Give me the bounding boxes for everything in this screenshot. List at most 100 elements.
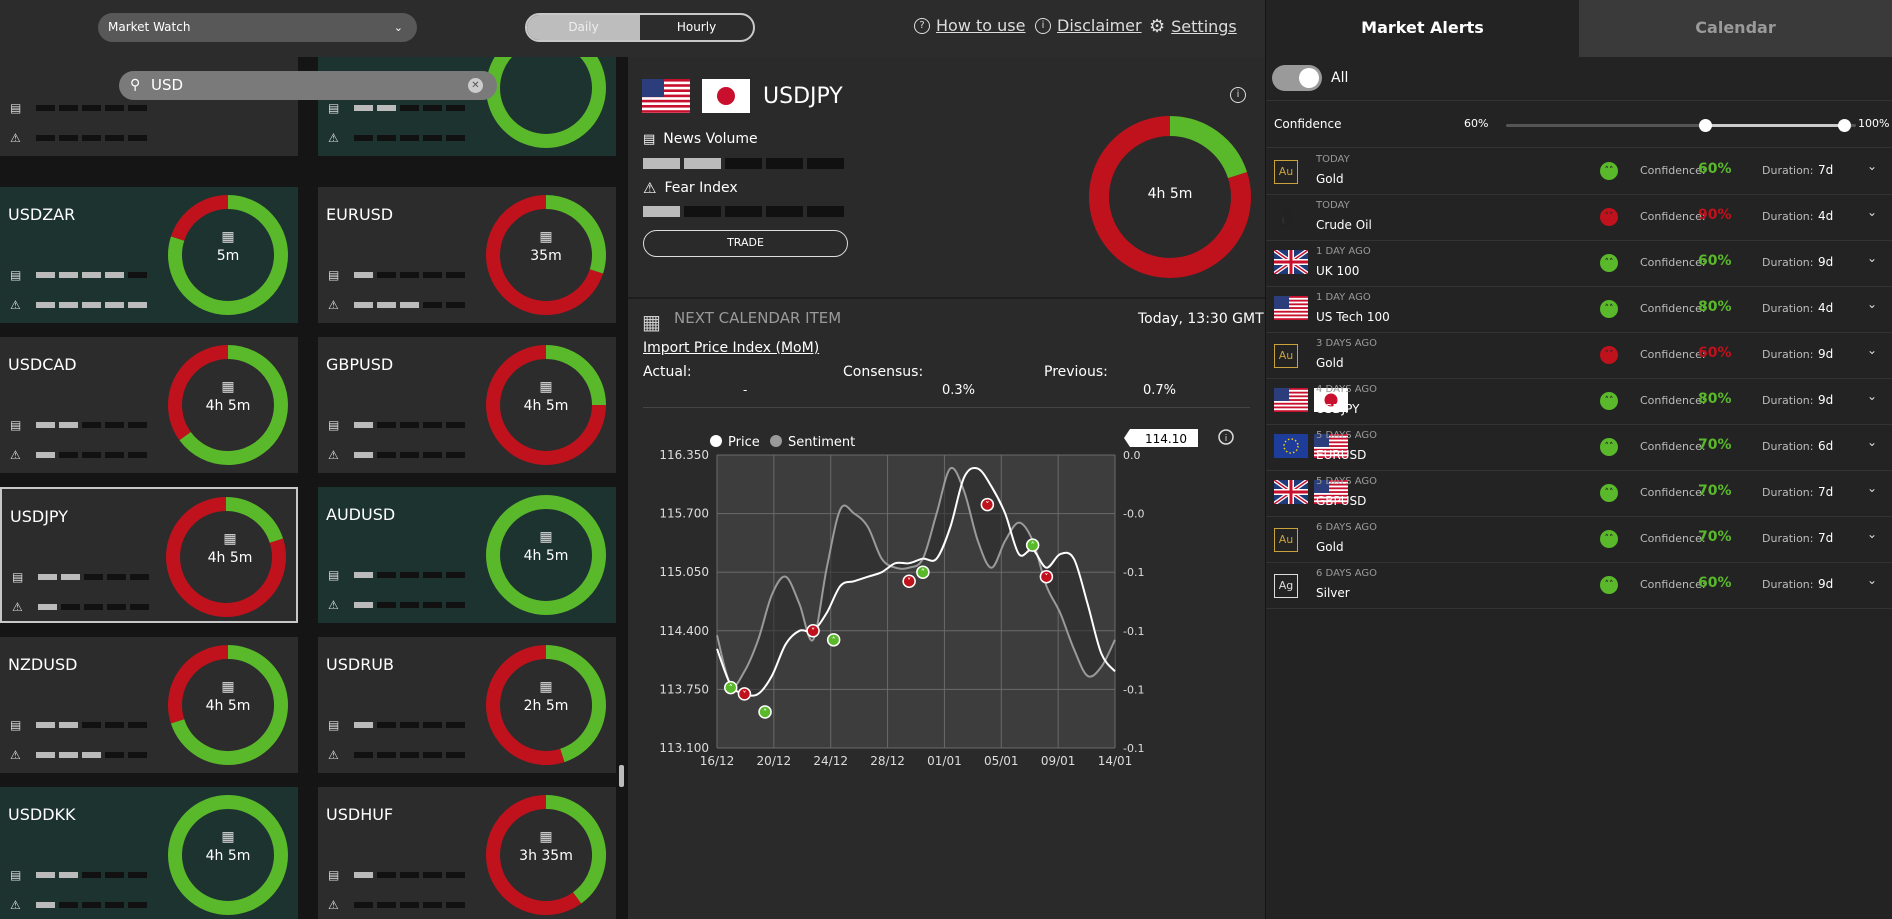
chevron-down-icon[interactable]: ⌄ <box>1867 205 1877 219</box>
instrument-tile[interactable]: USDZAR ▤ ⚠ ▦ 5m <box>0 187 298 323</box>
alert-row[interactable]: Au TODAY Gold ˄˄ Confidence: 60% Duration: 7d ⌄ <box>1266 149 1892 195</box>
meter-segment <box>82 422 101 428</box>
calendar-icon: ▦ <box>539 679 553 695</box>
y-right-tick-label: -0.1 <box>1123 566 1144 579</box>
scrollbar[interactable] <box>619 765 624 787</box>
chevron-down-icon[interactable]: ⌄ <box>1867 435 1877 449</box>
meter-segment <box>36 105 55 111</box>
chevron-down-icon[interactable]: ⌄ <box>1867 251 1877 265</box>
alert-row[interactable]: Au 6 DAYS AGO Gold ˄˄ Confidence: 70% Duration… <box>1266 517 1892 563</box>
meter-segment <box>59 902 78 908</box>
y-tick-label: 116.350 <box>659 448 709 462</box>
alert-row[interactable]: 💧 TODAY Crude Oil ˅˅ Confidence: 90% Duration:… <box>1266 195 1892 241</box>
x-tick-label: 20/12 <box>757 754 792 768</box>
chevron-down-icon[interactable]: ⌄ <box>1867 159 1877 173</box>
instrument-tile[interactable]: GBPUSD ▤ ⚠ ▦ 4h 5m <box>318 337 616 473</box>
disclaimer-link[interactable]: i Disclaimer <box>1035 16 1142 35</box>
confidence-slider-max-handle[interactable] <box>1838 119 1851 132</box>
x-tick-label: 14/01 <box>1098 754 1133 768</box>
meter-segment <box>59 135 78 141</box>
tile-symbol: AUDUSD <box>326 505 396 524</box>
search-input[interactable]: ⚲ USD ✕ <box>119 71 497 100</box>
calendar-divider <box>643 407 1250 408</box>
clear-search-icon[interactable]: ✕ <box>468 78 483 93</box>
meter-segment <box>807 206 844 217</box>
all-toggle[interactable] <box>1272 65 1322 91</box>
meter-segment <box>354 135 373 141</box>
instrument-tile[interactable]: USDCAD ▤ ⚠ ▦ 4h 5m <box>0 337 298 473</box>
confidence-value: 80% <box>1698 299 1732 315</box>
news-icon: ▤ <box>10 718 22 732</box>
instrument-tile[interactable]: AUDUSD ▤ ⚠ ▦ 4h 5m <box>318 487 616 623</box>
meter-segment <box>377 752 396 758</box>
tab-market-alerts[interactable]: Market Alerts <box>1266 0 1579 57</box>
buy-signal-marker: ˄ <box>916 565 930 579</box>
alert-row[interactable]: 5 DAYS AGO GBPUSD ˄˄ Confidence: 70% Duration… <box>1266 471 1892 517</box>
duration-label: Duration: <box>1762 440 1814 453</box>
chevron-down-icon[interactable]: ⌄ <box>1867 297 1877 311</box>
chevron-down-icon[interactable]: ⌄ <box>1867 481 1877 495</box>
alert-asset: US Tech 100 <box>1316 310 1390 324</box>
watchlist-select[interactable]: Market Watch ⌄ <box>98 13 417 42</box>
instrument-tile[interactable]: EURUSD ▤ ⚠ ▦ 35m <box>318 187 616 323</box>
alert-row[interactable]: 1 DAY AGO UK 100 ˄˄ Confidence: 60% Duration:… <box>1266 241 1892 287</box>
meter-segment <box>82 272 101 278</box>
confidence-slider-min-handle[interactable] <box>1699 119 1712 132</box>
how-to-use-link[interactable]: ? How to use <box>914 16 1025 35</box>
alert-row[interactable]: Ag 6 DAYS AGO Silver ˄˄ Confidence: 60% Durati… <box>1266 563 1892 609</box>
instrument-tile[interactable]: USDJPY ▤ ⚠ ▦ 4h 5m <box>0 487 298 623</box>
settings-link[interactable]: ⚙ Settings <box>1149 16 1237 37</box>
meter-segment <box>400 272 419 278</box>
meter-segment <box>354 272 373 278</box>
tile-symbol: USDRUB <box>326 655 394 674</box>
trade-button[interactable]: TRADE <box>643 230 848 257</box>
news-icon: ▤ <box>328 718 340 732</box>
confidence-value: 90% <box>1698 207 1732 223</box>
sell-signal-marker: ˅ <box>1039 569 1054 584</box>
chevron-down-icon[interactable]: ⌄ <box>1867 573 1877 587</box>
warning-icon: ⚠ <box>10 298 21 312</box>
meter-segment <box>82 302 101 308</box>
meter-segment <box>354 602 373 608</box>
tile-symbol: USDHUF <box>326 805 394 824</box>
meter-segment <box>128 272 147 278</box>
instrument-tile[interactable]: USDRUB ▤ ⚠ ▦ 2h 5m <box>318 637 616 773</box>
alert-row[interactable]: 1 DAY AGO US Tech 100 ˄˄ Confidence: 80% Dura… <box>1266 287 1892 333</box>
us-flag-icon <box>1274 296 1308 320</box>
meter-segment <box>38 574 57 580</box>
instrument-tile[interactable]: USDHUF ▤ ⚠ ▦ 3h 35m <box>318 787 616 919</box>
meter-segment <box>423 902 442 908</box>
actual-value: - <box>743 383 748 397</box>
tab-calendar[interactable]: Calendar <box>1579 0 1892 57</box>
tile-symbol: USDZAR <box>8 205 76 224</box>
meter-segment <box>400 135 419 141</box>
meter-segment <box>377 302 396 308</box>
tile-meter-row: ▤ <box>10 268 147 282</box>
daily-toggle-button[interactable]: Daily <box>527 15 640 40</box>
meter-segment <box>446 135 465 141</box>
meter-segment <box>354 872 373 878</box>
alert-time: TODAY <box>1316 200 1350 211</box>
chevron-down-icon[interactable]: ⌄ <box>1867 343 1877 357</box>
warning-icon: ⚠ <box>328 298 339 312</box>
chevron-down-icon[interactable]: ⌄ <box>1867 389 1877 403</box>
hourly-toggle-button[interactable]: Hourly <box>640 15 753 40</box>
fear-index-row: ⚠ Fear Index <box>643 179 738 197</box>
chart-info-glyph: i <box>1225 434 1228 444</box>
bullish-icon: ˄˄ <box>1600 484 1618 502</box>
timeframe-toggle: Daily Hourly <box>525 13 755 42</box>
alert-row[interactable]: Au 3 DAYS AGO Gold ˅˅ Confidence: 60% Duration… <box>1266 333 1892 379</box>
instrument-tile[interactable]: USDDKK ▤ ⚠ ▦ 4h 5m <box>0 787 298 919</box>
duration-value: 7d <box>1818 531 1834 545</box>
instrument-tile[interactable]: NZDUSD ▤ ⚠ ▦ 4h 5m <box>0 637 298 773</box>
meter-segment <box>130 574 149 580</box>
meter-segment <box>377 272 396 278</box>
meter-segment <box>725 206 762 217</box>
meter-segment <box>354 572 373 578</box>
meter-segment <box>59 752 78 758</box>
info-icon[interactable]: i <box>1230 87 1246 103</box>
alert-row[interactable]: 5 DAYS AGO EURUSD ˄˄ Confidence: 70% Duration… <box>1266 425 1892 471</box>
alert-row[interactable]: 4 DAYS AGO USDJPY ˄˄ Confidence: 80% Duration… <box>1266 379 1892 425</box>
event-name-link[interactable]: Import Price Index (MoM) <box>643 340 819 356</box>
chevron-down-icon[interactable]: ⌄ <box>1867 527 1877 541</box>
